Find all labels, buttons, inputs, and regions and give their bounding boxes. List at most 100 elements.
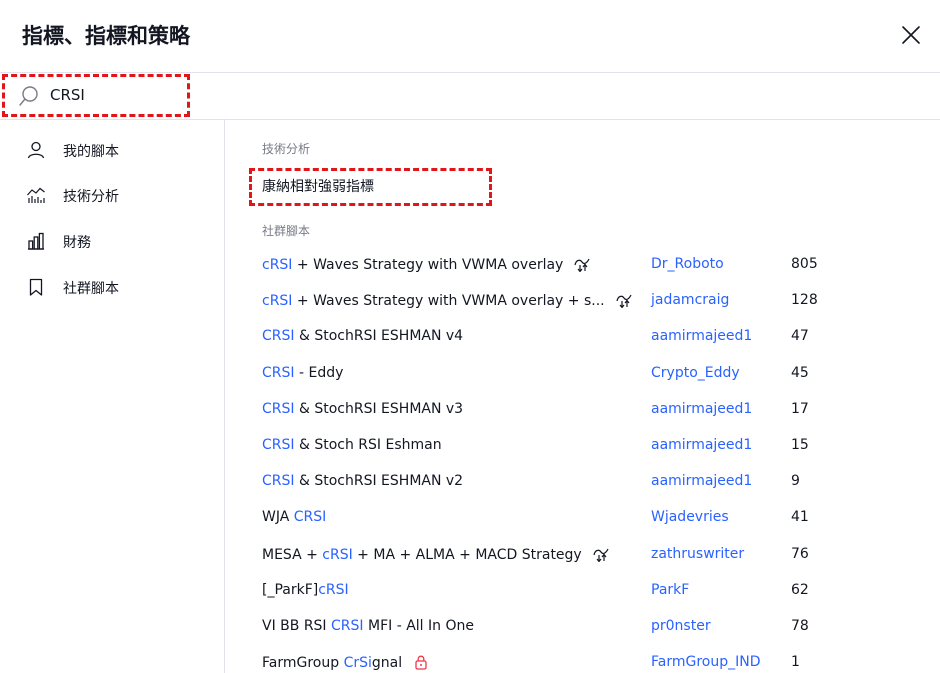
search-match: cRSI: [322, 546, 353, 563]
search-match: CRSI: [262, 364, 295, 381]
script-row[interactable]: CRSI - Eddy Crypto_Eddy 45: [225, 356, 940, 392]
search-bar: [0, 73, 940, 120]
search-match: CRSI: [262, 328, 295, 345]
bookmark-icon: [29, 278, 43, 296]
likes-count: 62: [791, 581, 809, 598]
script-name-suffix: & StochRSI ESHMAN v3: [294, 400, 464, 417]
script-author-link[interactable]: Wjadevries: [651, 509, 729, 525]
script-row[interactable]: VI BB RSI CRSI MFI - All In One pr0nster 7…: [225, 609, 940, 645]
script-name-prefix: WJA: [262, 509, 294, 526]
script-name[interactable]: cRSI + Waves Strategy with VWMA overlay: [262, 256, 591, 273]
strategy-icon: [592, 546, 610, 563]
category-sidebar: 我的腳本 技術分析 財務 社群腳本: [0, 120, 225, 673]
sidebar-item-my-scripts[interactable]: 我的腳本: [0, 132, 224, 168]
sidebar-item-label: 技術分析: [63, 189, 119, 205]
script-name-prefix: [_ParkF]: [262, 581, 319, 598]
likes-count: 17: [791, 400, 809, 417]
script-author-link[interactable]: Crypto_Eddy: [651, 365, 740, 381]
strategy-icon: [615, 292, 633, 309]
script-row[interactable]: [_ParkF]cRSI ParkF 62: [225, 573, 940, 609]
search-match: CrSi: [343, 655, 372, 672]
script-row[interactable]: CRSI & StochRSI ESHMAN v3 aamirmajeed1 17: [225, 392, 940, 428]
script-name-suffix: MFI - All In One: [363, 618, 474, 634]
script-row[interactable]: WJA CRSI Wjadevries 41: [225, 500, 940, 536]
likes-count: 41: [791, 509, 809, 526]
script-name[interactable]: CRSI & Stoch RSI Eshman: [262, 437, 442, 453]
script-author-link[interactable]: jadamcraig: [651, 292, 729, 308]
script-author-link[interactable]: aamirmajeed1: [651, 401, 752, 417]
search-match: cRSI: [262, 293, 293, 310]
likes-count: 47: [791, 328, 809, 345]
script-name[interactable]: VI BB RSI CRSI MFI - All In One: [262, 618, 474, 634]
script-name[interactable]: cRSI + Waves Strategy with VWMA overlay …: [262, 292, 633, 309]
script-row[interactable]: cRSI + Waves Strategy with VWMA overlay …: [225, 283, 940, 319]
section-heading-community: 社群腳本: [262, 224, 311, 238]
result-item-connors-rsi[interactable]: 康納相對強弱指標: [262, 176, 374, 196]
likes-count: 805: [791, 256, 818, 272]
script-author-link[interactable]: Dr_Roboto: [651, 256, 724, 272]
sidebar-item-financials[interactable]: 財務: [0, 223, 224, 259]
likes-count: 78: [791, 618, 809, 634]
search-input[interactable]: [50, 83, 350, 107]
script-name-suffix: + Waves Strategy with VWMA overlay: [292, 257, 564, 273]
script-name-suffix: & Stoch RSI Eshman: [294, 437, 442, 453]
script-name-suffix: + Waves Strategy with VWMA overlay + s..…: [292, 293, 605, 310]
script-author-link[interactable]: pr0nster: [651, 618, 711, 634]
likes-count: 76: [791, 545, 809, 562]
script-name[interactable]: CRSI & StochRSI ESHMAN v4: [262, 328, 463, 344]
likes-count: 9: [791, 473, 800, 490]
script-name-prefix: VI BB RSI: [262, 618, 332, 634]
search-match: CRSI: [293, 509, 327, 526]
script-name[interactable]: WJA CRSI: [262, 509, 326, 525]
script-name-suffix: + MA + ALMA + MACD Strategy: [352, 546, 582, 563]
script-author-link[interactable]: aamirmajeed1: [651, 328, 752, 344]
user-icon: [27, 141, 45, 159]
sidebar-item-label: 社群腳本: [63, 281, 119, 297]
script-name-prefix: MESA +: [262, 546, 323, 563]
likes-count: 128: [791, 292, 818, 309]
script-author-link[interactable]: zathruswriter: [651, 546, 744, 562]
indicators-dialog: 指標、指標和策略 我的腳本 技術分析: [0, 0, 940, 673]
close-icon[interactable]: [898, 22, 924, 48]
script-name[interactable]: CRSI & StochRSI ESHMAN v2: [262, 473, 463, 489]
script-row[interactable]: cRSI + Waves Strategy with VWMA overlay D…: [225, 247, 940, 283]
sidebar-item-community-scripts[interactable]: 社群腳本: [0, 269, 224, 305]
script-row[interactable]: MESA + cRSI + MA + ALMA + MACD Strategy z…: [225, 537, 940, 573]
script-author-link[interactable]: ParkF: [651, 582, 689, 598]
script-author-link[interactable]: aamirmajeed1: [651, 473, 752, 489]
dialog-title: 指標、指標和策略: [22, 24, 190, 48]
strategy-icon: [573, 256, 591, 273]
script-name[interactable]: FarmGroup CrSignal: [262, 654, 430, 671]
search-match: CRSI: [262, 400, 295, 417]
sidebar-item-label: 財務: [63, 235, 91, 251]
script-name-suffix: gnal: [371, 655, 403, 672]
search-match: CRSI: [262, 473, 295, 490]
script-row[interactable]: FarmGroup CrSignal FarmGroup_IND 1: [225, 645, 940, 673]
sidebar-item-technical-analysis[interactable]: 技術分析: [0, 177, 224, 213]
lock-icon: [412, 654, 430, 670]
script-row[interactable]: CRSI & StochRSI ESHMAN v2 aamirmajeed1 9: [225, 464, 940, 500]
search-match: CRSI: [331, 618, 364, 634]
likes-count: 45: [791, 364, 809, 381]
financials-icon: [28, 232, 44, 250]
script-row[interactable]: CRSI & StochRSI ESHMAN v4 aamirmajeed1 47: [225, 319, 940, 355]
script-row[interactable]: CRSI & Stoch RSI Eshman aamirmajeed1 15: [225, 428, 940, 464]
script-author-link[interactable]: FarmGroup_IND: [651, 654, 761, 670]
search-icon: [19, 86, 38, 106]
likes-count: 1: [791, 654, 800, 671]
likes-count: 15: [791, 437, 809, 453]
script-name[interactable]: CRSI & StochRSI ESHMAN v3: [262, 401, 463, 417]
script-author-link[interactable]: aamirmajeed1: [651, 437, 752, 453]
script-name-suffix: & StochRSI ESHMAN v2: [294, 473, 464, 490]
sidebar-item-label: 我的腳本: [63, 144, 119, 160]
technical-analysis-icon: [27, 187, 45, 203]
search-match: CRSI: [262, 437, 295, 453]
search-match: cRSI: [318, 581, 349, 598]
script-name-suffix: & StochRSI ESHMAN v4: [294, 328, 464, 345]
script-name[interactable]: [_ParkF]cRSI: [262, 582, 349, 598]
results-panel: 技術分析 康納相對強弱指標 社群腳本 cRSI + Waves Strategy…: [225, 120, 940, 673]
search-match: cRSI: [262, 257, 293, 273]
script-name[interactable]: CRSI - Eddy: [262, 365, 343, 381]
script-name-suffix: - Eddy: [294, 364, 344, 381]
script-name[interactable]: MESA + cRSI + MA + ALMA + MACD Strategy: [262, 546, 610, 563]
